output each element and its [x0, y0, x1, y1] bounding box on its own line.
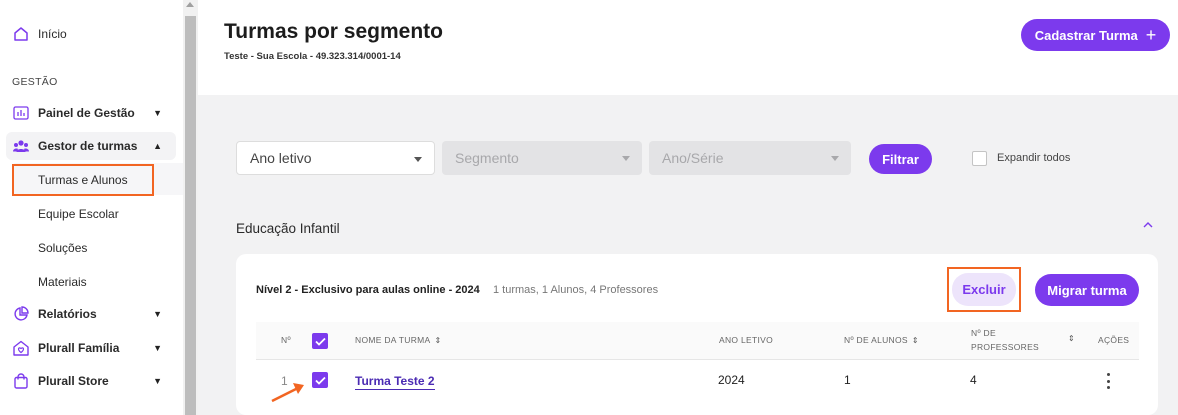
- chevron-down-icon: [414, 157, 422, 162]
- cadastrar-turma-button[interactable]: Cadastrar Turma +: [1021, 19, 1170, 51]
- col-header-acoes: AÇÕES: [1098, 335, 1130, 345]
- check-icon: [314, 337, 326, 346]
- page-header: Turmas por segmento Teste - Sua Escola -…: [198, 0, 1178, 95]
- turma-name-link[interactable]: Turma Teste 2: [355, 374, 435, 390]
- section-title: Educação Infantil: [236, 221, 340, 236]
- sidebar-item-painel[interactable]: Painel de Gestão ▼: [6, 99, 176, 127]
- sidebar-item-gestor-turmas[interactable]: Gestor de turmas ▲: [6, 132, 176, 160]
- users-icon: [12, 137, 30, 155]
- chevron-down-icon: [622, 156, 630, 161]
- sidebar-item-plurall-familia[interactable]: Plurall Família ▼: [6, 334, 176, 362]
- ano-serie-value: Ano/Série: [662, 150, 724, 166]
- segmento-value: Segmento: [455, 150, 519, 166]
- caret-down-icon: ▼: [153, 376, 162, 386]
- row-nome-link[interactable]: Turma Teste 2: [355, 374, 435, 390]
- shopping-bag-icon: [12, 372, 30, 390]
- sidebar-item-label: Relatórios: [38, 307, 97, 321]
- caret-down-icon: ▼: [153, 343, 162, 353]
- card-meta: 1 turmas, 1 Alunos, 4 Professores: [493, 284, 659, 296]
- expandir-todos-checkbox[interactable]: [972, 151, 987, 166]
- scroll-up-arrow-icon[interactable]: [186, 2, 194, 7]
- sidebar-subitem-equipe[interactable]: Equipe Escolar: [38, 207, 119, 221]
- sidebar-item-plurall-store[interactable]: Plurall Store ▼: [6, 367, 176, 395]
- page-subtitle: Teste - Sua Escola - 49.323.314/0001-14: [224, 51, 401, 62]
- segmento-select[interactable]: Segmento: [442, 141, 642, 175]
- kebab-menu-icon[interactable]: [1105, 373, 1111, 389]
- ano-serie-select[interactable]: Ano/Série: [649, 141, 851, 175]
- sort-icon[interactable]: ⇕: [1064, 333, 1075, 343]
- sidebar-item-relatorios[interactable]: Relatórios ▼: [6, 300, 176, 328]
- sidebar-subitem-materiais[interactable]: Materiais: [38, 275, 87, 289]
- sidebar-group-label: GESTÃO: [12, 76, 58, 88]
- sidebar-item-label: Painel de Gestão: [38, 106, 135, 120]
- select-all-checkbox[interactable]: [312, 333, 328, 349]
- caret-down-icon: ▼: [153, 309, 162, 319]
- sort-icon: ⇕: [911, 336, 919, 345]
- col-header-professores[interactable]: Nº DE PROFESSORES: [971, 328, 1039, 352]
- sidebar-item-label: Plurall Store: [38, 374, 109, 388]
- cadastrar-turma-label: Cadastrar Turma: [1034, 27, 1138, 43]
- expandir-todos-label: Expandir todos: [997, 152, 1071, 164]
- page-title: Turmas por segmento: [224, 20, 443, 43]
- pie-chart-icon: [12, 305, 30, 323]
- row-professores: 4: [970, 373, 977, 387]
- sidebar-item-label: Gestor de turmas: [38, 139, 138, 153]
- row-alunos: 1: [844, 373, 851, 387]
- sidebar-item-label: Início: [38, 27, 67, 41]
- sort-icon: ⇕: [434, 336, 442, 345]
- migrar-turma-button[interactable]: Migrar turma: [1035, 274, 1139, 306]
- card-title: Nível 2 - Exclusivo para aulas online - …: [256, 284, 480, 296]
- sidebar-subitem-solucoes[interactable]: Soluções: [38, 241, 87, 255]
- chevron-up-icon[interactable]: [1143, 220, 1153, 232]
- row-ano: 2024: [718, 373, 745, 387]
- family-home-icon: [12, 339, 30, 357]
- sidebar-item-inicio[interactable]: Início: [6, 20, 176, 48]
- caret-up-icon: ▲: [153, 141, 162, 151]
- ano-letivo-select[interactable]: Ano letivo: [236, 141, 435, 175]
- col-header-nome[interactable]: NOME DA TURMA ⇕: [355, 335, 442, 345]
- plus-icon: +: [1145, 25, 1157, 45]
- col-header-alunos-label: Nº DE ALUNOS: [844, 335, 908, 345]
- dashboard-icon: [12, 104, 30, 122]
- chevron-down-icon: [831, 156, 839, 161]
- col-header-ano: ANO LETIVO: [719, 335, 774, 345]
- check-icon: [314, 376, 326, 385]
- sidebar-item-label: Plurall Família: [38, 341, 120, 355]
- col-header-alunos[interactable]: Nº DE ALUNOS ⇕: [844, 335, 919, 345]
- row-checkbox[interactable]: [312, 372, 328, 388]
- caret-down-icon: ▼: [153, 108, 162, 118]
- home-icon: [12, 25, 30, 43]
- highlight-turmas-alunos: [12, 164, 154, 196]
- sidebar: Início GESTÃO Painel de Gestão ▼ Gestor …: [0, 0, 190, 415]
- scrollbar-thumb[interactable]: [185, 16, 196, 415]
- filtrar-button[interactable]: Filtrar: [869, 144, 932, 174]
- annotation-arrow-icon: [271, 383, 304, 403]
- col-header-professores-line1: Nº DE: [971, 328, 996, 338]
- col-header-num: Nº: [281, 335, 291, 345]
- col-header-professores-line2: PROFESSORES: [971, 342, 1040, 352]
- col-header-nome-label: NOME DA TURMA: [355, 335, 431, 345]
- highlight-excluir: [947, 267, 1021, 312]
- ano-letivo-value: Ano letivo: [250, 150, 312, 166]
